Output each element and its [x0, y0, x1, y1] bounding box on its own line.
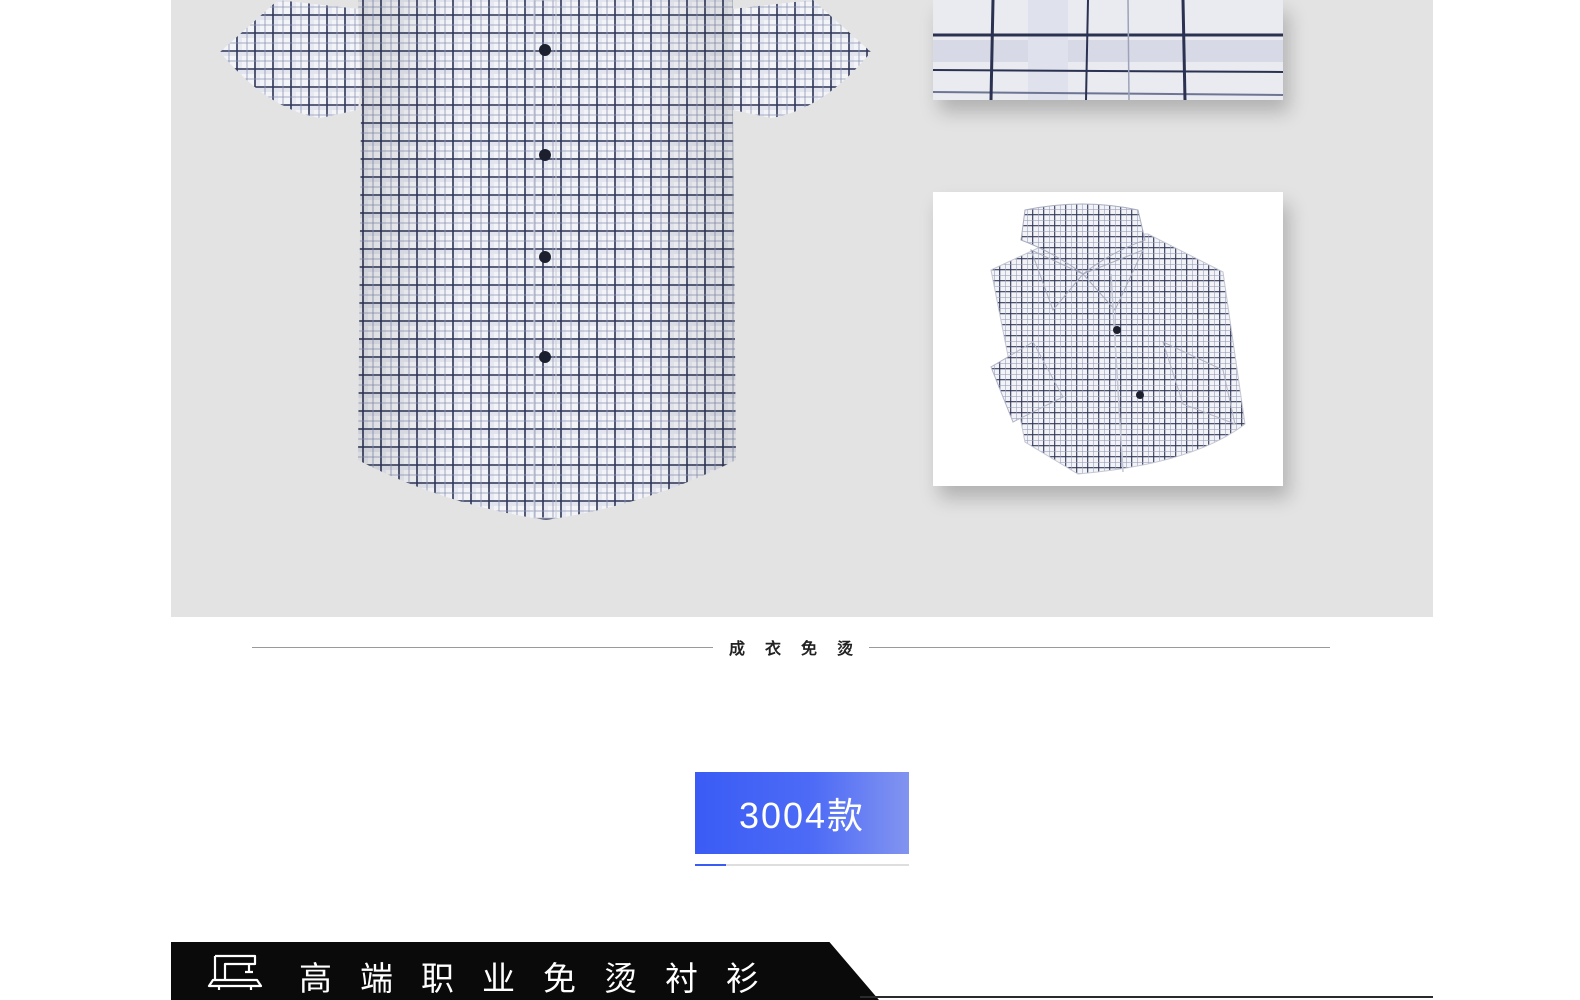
model-number-badge[interactable]: 3004款: [695, 772, 909, 854]
caption-divider-left: [252, 646, 713, 648]
badge-underline: [695, 864, 909, 866]
badge-underline-accent: [695, 864, 726, 866]
shirt-front-image: [220, 0, 871, 520]
section-title: 高端职业免烫衬衫: [299, 959, 787, 998]
model-number-label: 3004款: [738, 795, 866, 836]
section-rule: [860, 996, 1433, 998]
sewing-machine-icon: [207, 954, 263, 990]
fabric-closeup-image: [933, 0, 1283, 100]
caption-text: 成衣免烫: [729, 639, 874, 658]
section-title-banner: 高端职业免烫衬衫: [171, 942, 879, 1000]
folded-shirt-thumbnail[interactable]: [933, 192, 1283, 486]
fabric-closeup-thumbnail[interactable]: [933, 0, 1283, 100]
product-detail-page: 成衣免烫 3004款 高端职业免烫衬衫: [0, 0, 1580, 1000]
caption-divider-right: [869, 646, 1331, 648]
folded-shirt-image: [933, 192, 1283, 486]
feature-caption: 成衣免烫: [252, 636, 1331, 658]
product-showcase-panel: [171, 0, 1433, 617]
